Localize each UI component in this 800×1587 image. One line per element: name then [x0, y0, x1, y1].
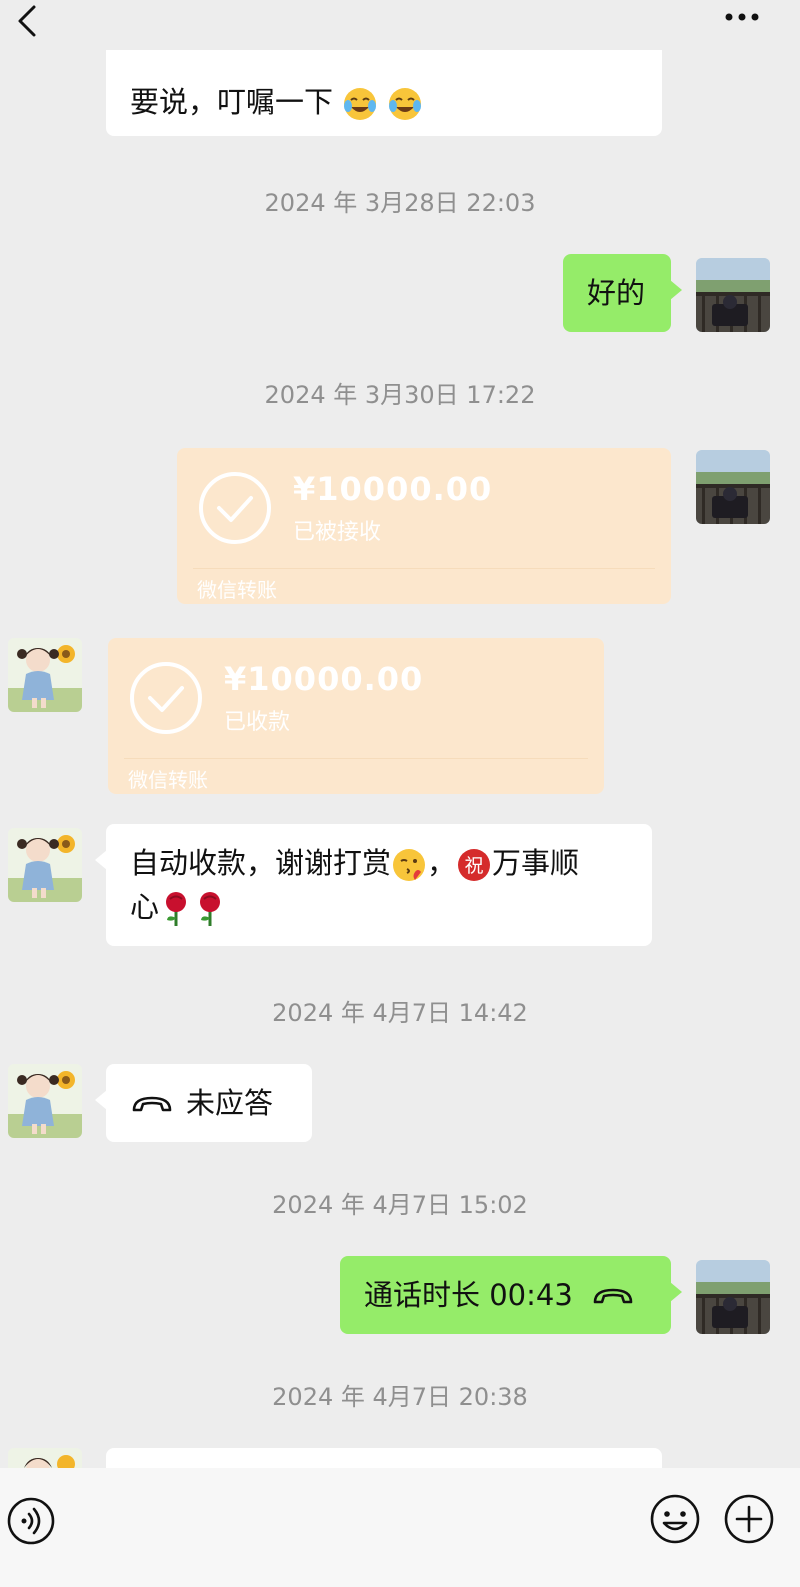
transfer-card-incoming[interactable]: ¥10000.00 已收款 微信转账: [108, 638, 604, 794]
timestamp: 2024 年 4月7日 20:38: [272, 1383, 528, 1411]
message-bubble-outgoing[interactable]: 好的: [563, 254, 682, 332]
zhu-blessing-emoji-icon: 祝: [458, 849, 491, 881]
my-avatar[interactable]: [696, 1260, 770, 1334]
comma-text: ，: [427, 846, 457, 880]
phone-hangup-icon: [593, 1288, 633, 1304]
kissing-face-emoji-icon: [393, 849, 426, 881]
timestamp: 2024 年 3月28日 22:03: [264, 189, 536, 217]
crying-laughing-emoji-icon: [344, 88, 377, 120]
call-duration-bubble[interactable]: 通话时长 00:43: [340, 1256, 682, 1334]
chevron-left-icon[interactable]: [12, 4, 42, 38]
timestamp: 2024 年 4月7日 15:02: [272, 1191, 528, 1219]
message-bubble-incoming[interactable]: 要说，叮嘱一下: [106, 50, 662, 136]
rose-emoji-icon: [166, 892, 187, 926]
divider: [193, 568, 655, 569]
check-circle-icon: [130, 662, 202, 734]
svg-text:祝: 祝: [465, 855, 484, 877]
contact-avatar[interactable]: [8, 1064, 82, 1138]
call-duration-text: 通话时长 00:43: [364, 1278, 573, 1312]
transfer-status: 已收款: [224, 710, 291, 735]
missed-call-bubble[interactable]: 未应答: [95, 1064, 312, 1142]
message-text: 自动收款，谢谢打赏: [130, 846, 392, 880]
transfer-label: 微信转账: [128, 768, 208, 792]
plus-icon[interactable]: [722, 1492, 776, 1546]
transfer-amount: ¥10000.00: [224, 660, 424, 698]
message-text: 万事顺: [492, 846, 580, 880]
top-bar: [0, 0, 800, 50]
transfer-status: 已被接收: [293, 520, 382, 545]
more-dots-icon[interactable]: [722, 6, 762, 28]
phone-hangup-icon: [132, 1096, 172, 1112]
contact-avatar[interactable]: [8, 638, 82, 712]
input-bar: [0, 1468, 800, 1587]
message-text: 心: [130, 890, 160, 924]
crying-laughing-emoji-icon: [389, 88, 422, 120]
check-circle-icon: [199, 472, 271, 544]
my-avatar[interactable]: [696, 450, 770, 524]
transfer-amount: ¥10000.00: [293, 470, 493, 508]
timestamp: 2024 年 3月30日 17:22: [264, 381, 536, 409]
contact-avatar[interactable]: [8, 828, 82, 902]
chat-area[interactable]: 要说，叮嘱一下 2024 年 3月28日 22:03 好的 2024 年 3月3…: [0, 50, 800, 1468]
message-bubble-incoming[interactable]: [106, 1448, 662, 1468]
divider: [124, 758, 588, 759]
voice-icon[interactable]: [6, 1496, 56, 1546]
contact-avatar[interactable]: [8, 1448, 82, 1468]
emoji-icon[interactable]: [648, 1492, 702, 1546]
my-avatar[interactable]: [696, 258, 770, 332]
message-line-1: 自动收款，谢谢打赏 ， 祝 万事顺: [130, 841, 652, 885]
timestamp: 2024 年 4月7日 14:42: [272, 999, 528, 1027]
call-status-text: 未应答: [186, 1086, 274, 1120]
transfer-card-outgoing[interactable]: ¥10000.00 已被接收 微信转账: [177, 448, 671, 604]
message-bubble-incoming[interactable]: 自动收款，谢谢打赏 ， 祝 万事顺 心: [95, 824, 652, 946]
message-text: 好的: [587, 276, 646, 310]
rose-emoji-icon: [200, 892, 221, 926]
message-text: 要说，叮嘱一下: [130, 85, 334, 119]
message-line-2: 心: [130, 885, 652, 929]
transfer-label: 微信转账: [197, 578, 277, 602]
